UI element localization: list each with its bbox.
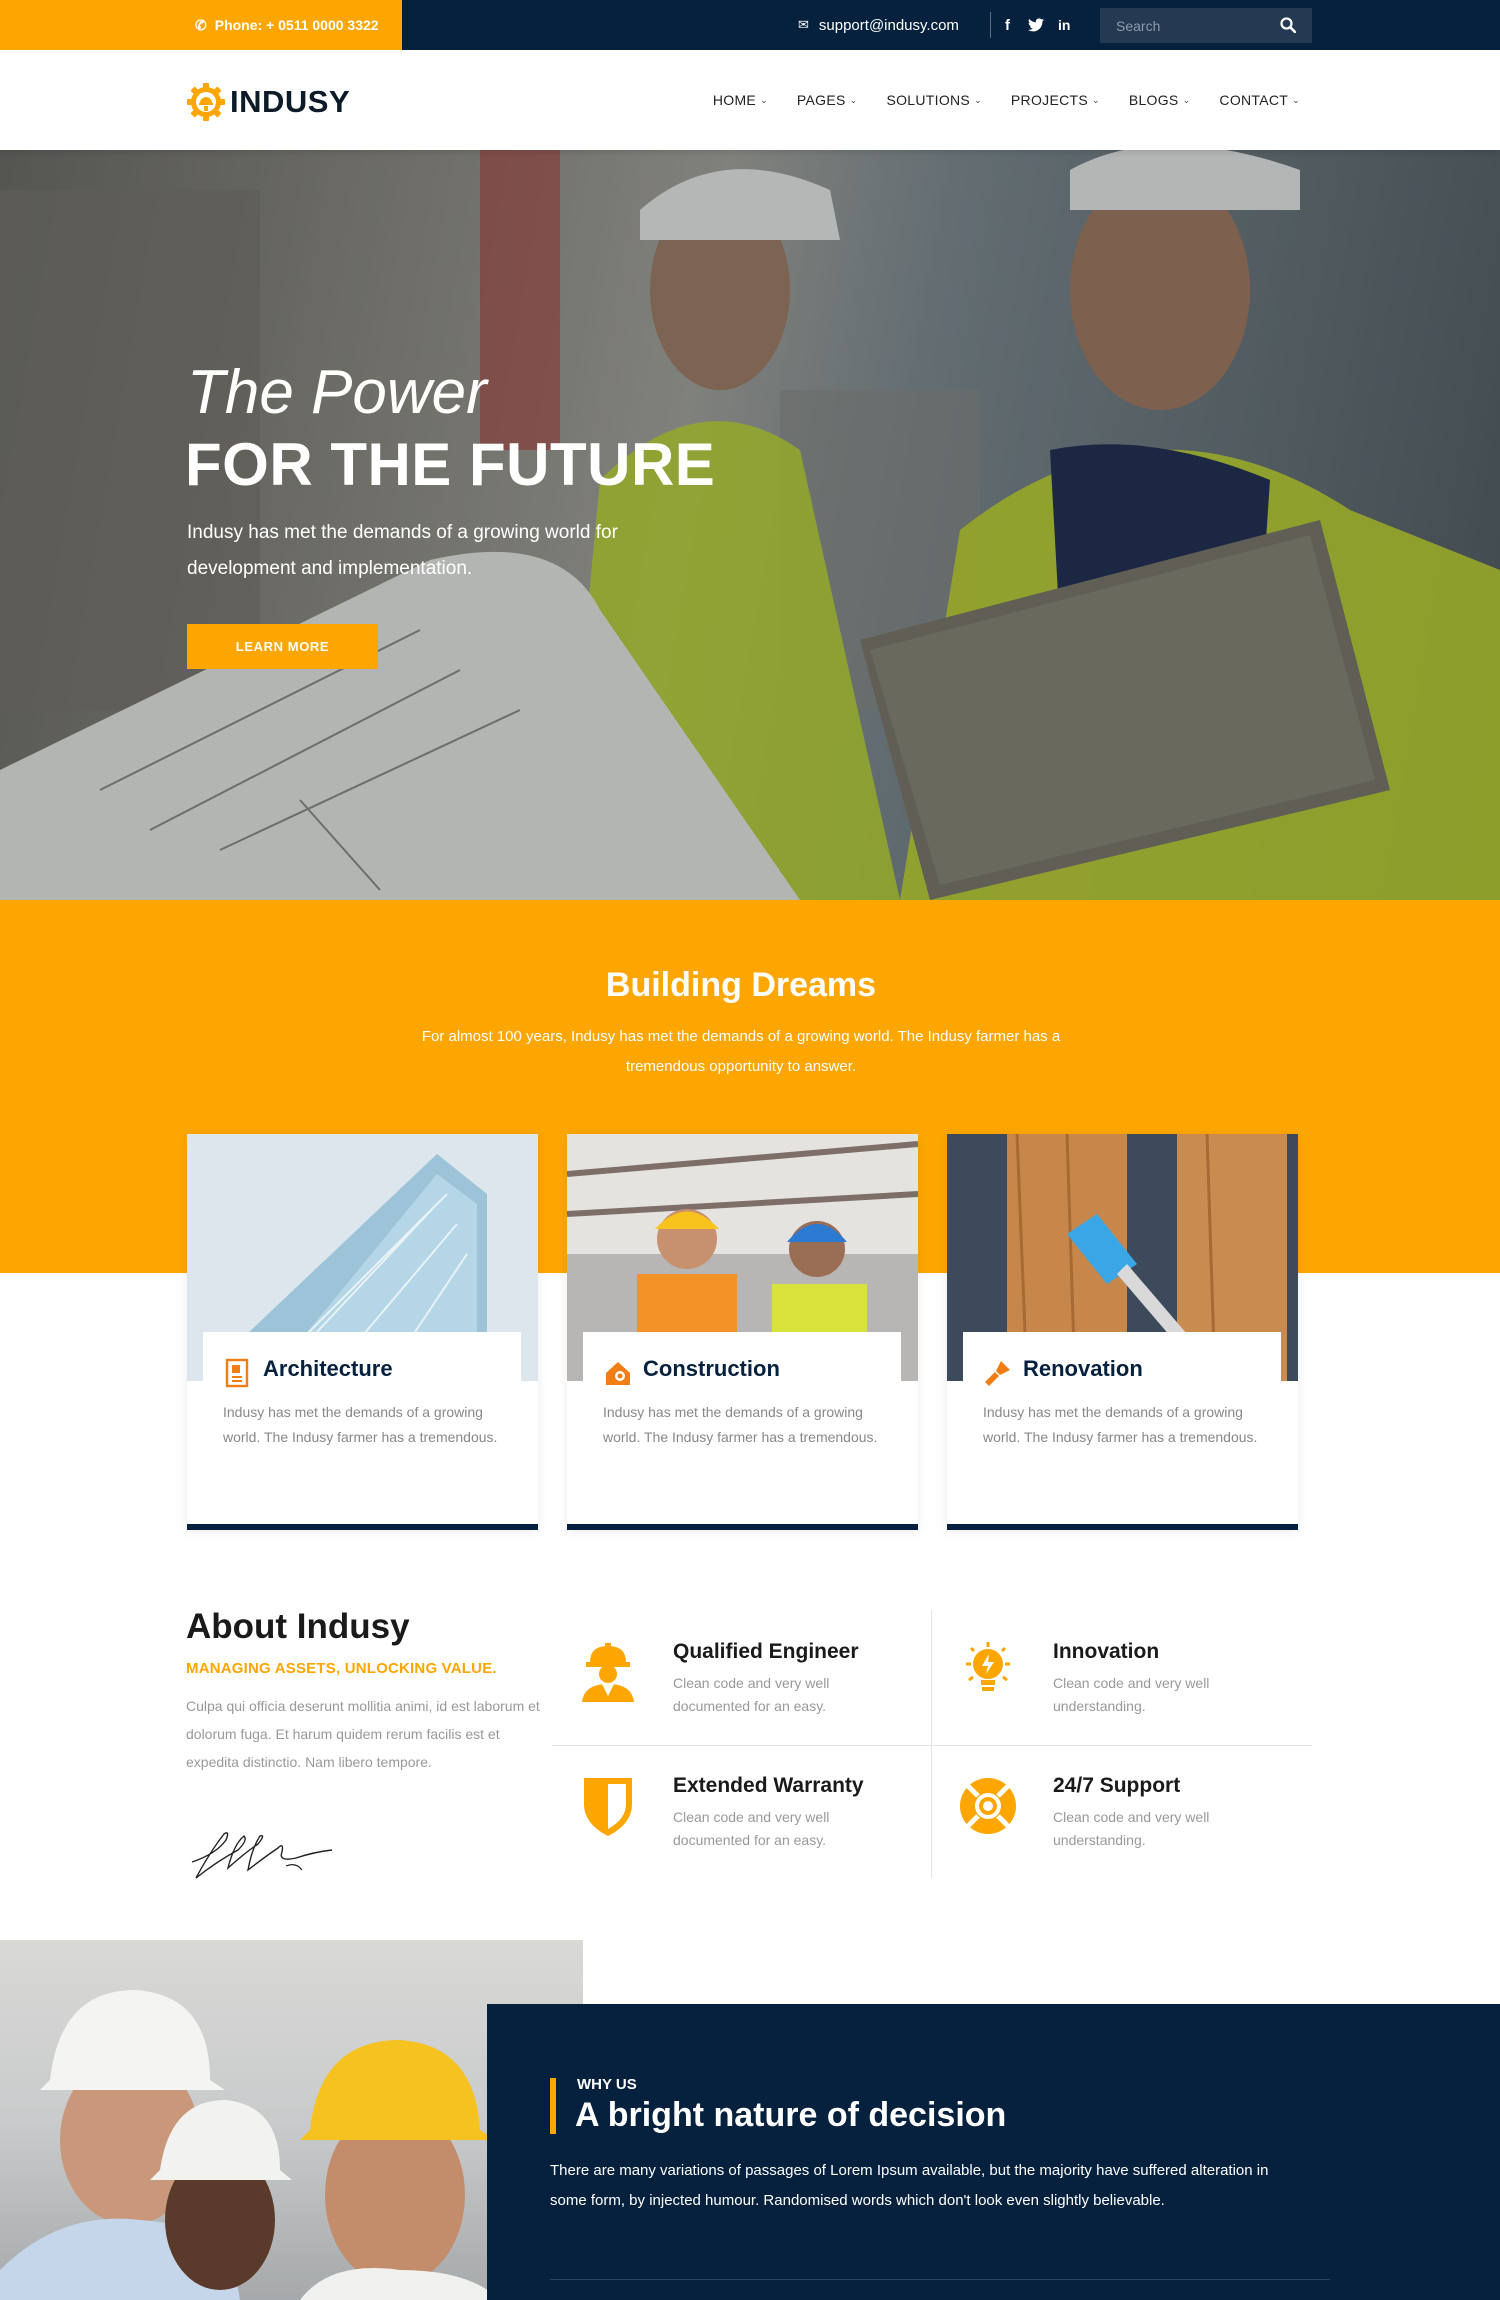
card-title: Renovation — [1023, 1356, 1143, 1381]
divider — [550, 2279, 1330, 2280]
card-title: Construction — [643, 1356, 780, 1381]
chevron-down-icon: ⌄ — [1292, 94, 1300, 105]
feature-text: Clean code and very well documented for … — [673, 1675, 830, 1714]
phone-text: Phone: + 0511 0000 3322 — [214, 17, 379, 33]
main-nav: HOME ⌄ PAGES ⌄ SOLUTIONS ⌄ PROJECTS ⌄ BLOGS ⌄… — [684, 50, 1300, 150]
feature-text: Clean code and very well understanding. — [1053, 1675, 1210, 1714]
service-card-construction[interactable]: Construction Indusy has met the demands … — [567, 1134, 918, 1530]
nav-item-solutions[interactable]: SOLUTIONS ⌄ — [886, 92, 981, 108]
nav-item-home[interactable]: HOME ⌄ — [713, 92, 768, 108]
nav-item-contact[interactable]: CONTACT ⌄ — [1219, 92, 1300, 108]
nav-label: BLOGS — [1128, 92, 1179, 108]
accent-bar — [550, 2078, 556, 2134]
why-text: There are many variations of passages of… — [550, 2162, 1269, 2209]
feature-innovation: Innovation Clean code and very well unde… — [953, 1640, 1283, 1750]
hero-title-line1: The Power — [187, 358, 487, 427]
email-link[interactable]: ✉ support@indusy.com — [798, 0, 959, 50]
logo[interactable]: INDUSY — [186, 82, 350, 122]
phone-icon: ✆ — [195, 16, 207, 33]
search-box — [1100, 8, 1312, 43]
signature-image — [186, 1822, 336, 1892]
gear-logo-icon — [187, 83, 225, 121]
learn-more-button[interactable]: LEARN MORE — [187, 624, 378, 669]
feature-title: Qualified Engineer — [673, 1640, 859, 1663]
nav-item-pages[interactable]: PAGES ⌄ — [797, 92, 858, 108]
card-title: Architecture — [263, 1356, 393, 1381]
nav-label: CONTACT — [1219, 92, 1289, 108]
section-intro: For almost 100 years, Indusy has met the… — [421, 1028, 1061, 1075]
service-card-renovation[interactable]: Renovation Indusy has met the demands of… — [947, 1134, 1298, 1530]
hero-title-line2: FOR THE FUTURE — [185, 431, 716, 498]
chevron-down-icon: ⌄ — [1182, 94, 1191, 105]
feature-title: Extended Warranty — [673, 1774, 864, 1797]
main-header: INDUSY HOME ⌄ PAGES ⌄ SOLUTIONS ⌄ PROJECTS ⌄… — [0, 50, 1500, 150]
blueprint-icon — [223, 1358, 253, 1393]
logo-text: INDUSY — [230, 84, 351, 119]
facebook-icon[interactable]: f — [1005, 0, 1010, 50]
email-text: support@indusy.com — [818, 16, 959, 34]
feature-qualified-engineer: Qualified Engineer Clean code and very w… — [573, 1640, 903, 1750]
brush-icon — [983, 1358, 1013, 1393]
envelope-icon: ✉ — [798, 17, 809, 32]
feature-text: Clean code and very well understanding. — [1053, 1809, 1210, 1848]
feature-support: 24/7 Support Clean code and very well un… — [953, 1774, 1283, 1884]
card-description: Indusy has met the demands of a growing … — [983, 1404, 1258, 1445]
service-card-architecture[interactable]: Architecture Indusy has met the demands … — [187, 1134, 538, 1530]
hero-description: Indusy has met the demands of a growing … — [187, 522, 618, 579]
about-text: Culpa qui officia deserunt mollitia anim… — [186, 1698, 540, 1770]
feature-text: Clean code and very well documented for … — [673, 1809, 830, 1848]
why-title: A bright nature of decision — [575, 2096, 1007, 2134]
card-description: Indusy has met the demands of a growing … — [223, 1404, 498, 1445]
feature-title: 24/7 Support — [1053, 1774, 1181, 1797]
shield-icon — [573, 1774, 643, 1844]
phone-info: ✆ Phone: + 0511 0000 3322 — [0, 0, 402, 50]
twitter-icon[interactable] — [1028, 0, 1044, 50]
linkedin-icon[interactable]: in — [1058, 0, 1070, 50]
divider — [990, 12, 991, 38]
engineer-icon — [573, 1640, 643, 1710]
chevron-down-icon: ⌄ — [1091, 94, 1100, 105]
feature-extended-warranty: Extended Warranty Clean code and very we… — [573, 1774, 903, 1884]
card-description: Indusy has met the demands of a growing … — [603, 1404, 878, 1445]
why-label: WHY US — [577, 2076, 637, 2093]
search-icon[interactable] — [1280, 17, 1297, 38]
feature-title: Innovation — [1053, 1640, 1160, 1663]
why-us-panel: WHY US A bright nature of decision There… — [487, 2004, 1500, 2300]
chevron-down-icon: ⌄ — [974, 94, 982, 105]
lifebuoy-icon — [953, 1774, 1023, 1844]
about-title: About Indusy — [186, 1607, 410, 1646]
section-title: Building Dreams — [605, 966, 877, 1004]
lightbulb-icon — [953, 1640, 1023, 1710]
search-input[interactable] — [1116, 17, 1276, 34]
nav-label: SOLUTIONS — [886, 92, 971, 108]
nav-item-blogs[interactable]: BLOGS ⌄ — [1129, 92, 1191, 108]
nav-label: PROJECTS — [1010, 92, 1088, 108]
chevron-down-icon: ⌄ — [760, 94, 768, 105]
nav-label: PAGES — [796, 92, 846, 108]
house-gear-icon — [603, 1358, 633, 1393]
chevron-down-icon: ⌄ — [849, 94, 858, 105]
about-subtitle: MANAGING ASSETS, UNLOCKING VALUE. — [186, 1660, 497, 1677]
divider — [931, 1610, 932, 1878]
hero-banner: The Power FOR THE FUTURE Indusy has met … — [0, 150, 1500, 900]
nav-label: HOME — [712, 92, 757, 108]
top-bar: ✆ Phone: + 0511 0000 3322 ✉ support@indu… — [0, 0, 1500, 50]
nav-item-projects[interactable]: PROJECTS ⌄ — [1011, 92, 1100, 108]
